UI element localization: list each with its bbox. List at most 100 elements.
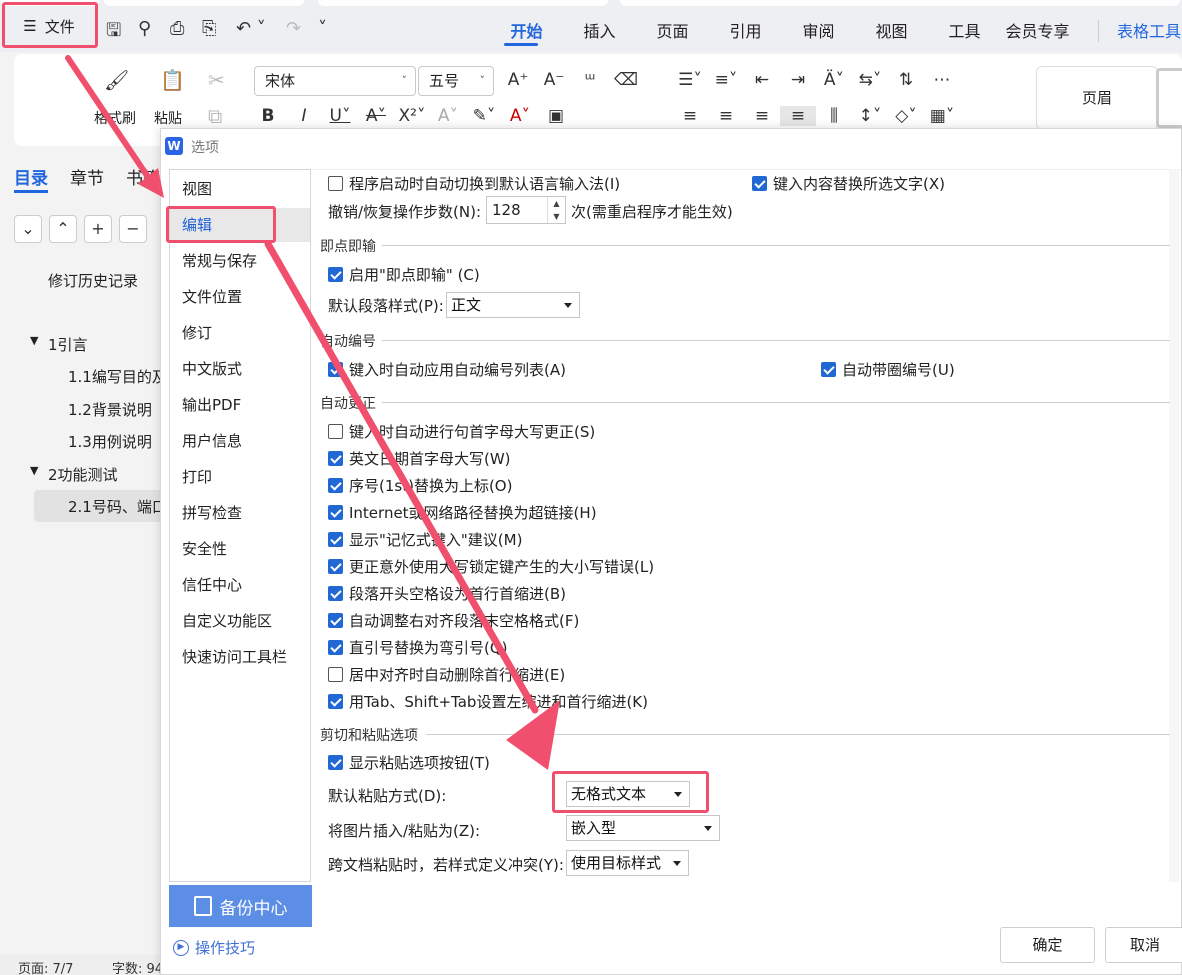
sidebar-item-file-location[interactable]: 文件位置: [170, 280, 310, 314]
tab-member[interactable]: 会员专享: [1001, 18, 1074, 42]
cross-doc-paste-select[interactable]: 使用目标样式: [566, 850, 689, 876]
font-name-select[interactable]: 宋体 ˅: [254, 66, 416, 96]
paste-icon[interactable]: 📋: [160, 68, 185, 92]
autocorrect-checkbox[interactable]: 用Tab、Shift+Tab设置左缩进和首行缩进(K): [328, 691, 648, 712]
expand-down-button[interactable]: ⌄: [14, 215, 42, 243]
bullet-list-icon[interactable]: ☰˅: [672, 70, 708, 90]
doc-tab[interactable]: [104, 0, 304, 6]
share-icon[interactable]: ⚲: [138, 18, 151, 39]
checkbox-box[interactable]: [328, 532, 343, 547]
highlight-color-icon[interactable]: ✎˅: [466, 106, 502, 126]
bold-icon[interactable]: B: [250, 106, 286, 126]
checkbox-box[interactable]: [328, 176, 343, 191]
replace-selection-checkbox[interactable]: 键入内容替换所选文字(X): [752, 173, 945, 194]
shrink-font-icon[interactable]: A⁻: [536, 70, 572, 90]
auto-circle-number-checkbox[interactable]: 自动带圈编号(U): [821, 359, 955, 380]
border-icon[interactable]: ▦˅: [924, 106, 960, 126]
text-direction-icon[interactable]: ⇆˅: [852, 70, 888, 90]
default-style-select[interactable]: 正文: [446, 292, 580, 318]
chinese-layout-icon[interactable]: Ä˅: [816, 70, 852, 90]
paste-label[interactable]: 粘贴: [154, 108, 182, 128]
increase-indent-icon[interactable]: ⇥: [780, 70, 816, 90]
superscript-icon[interactable]: X²˅: [394, 106, 430, 126]
expand-triangle-icon[interactable]: ▼: [30, 334, 38, 347]
align-right-icon[interactable]: ≡: [744, 106, 780, 126]
show-paste-button-checkbox[interactable]: 显示粘贴选项按钮(T): [328, 752, 490, 773]
undo-steps-spinner[interactable]: 128 ▲ ▼: [486, 196, 566, 224]
print-preview-icon[interactable]: ⎘: [202, 18, 216, 39]
sidebar-item-spellcheck[interactable]: 拼写检查: [170, 496, 310, 530]
tab-home[interactable]: 开始: [490, 18, 563, 42]
dialog-title-bar[interactable]: W 选项: [161, 129, 1181, 161]
tab-view[interactable]: 视图: [855, 18, 928, 42]
sort-icon[interactable]: ⇅: [888, 70, 924, 90]
autocorrect-checkbox[interactable]: 居中对齐时自动删除首行缩进(E): [328, 664, 565, 685]
checkbox-box[interactable]: [328, 613, 343, 628]
autocorrect-checkbox[interactable]: 直引号替换为弯引号(Q): [328, 637, 508, 658]
checkbox-box[interactable]: [328, 694, 343, 709]
tab-page[interactable]: 页面: [636, 18, 709, 42]
sidebar-item-user-info[interactable]: 用户信息: [170, 424, 310, 458]
spin-up-icon[interactable]: ▲: [547, 197, 565, 210]
copy-icon[interactable]: ⧉: [208, 104, 222, 128]
expand-triangle-icon[interactable]: ▼: [30, 464, 38, 477]
tips-link[interactable]: ▶ 操作技巧: [173, 937, 255, 958]
doc-tab[interactable]: [318, 0, 608, 6]
doc-tab-active[interactable]: [620, 0, 1180, 6]
align-center-icon[interactable]: ≡: [708, 106, 744, 126]
cut-icon[interactable]: ✂: [208, 68, 225, 92]
distribute-icon[interactable]: ⫼: [816, 106, 852, 126]
image-insert-select[interactable]: 嵌入型: [566, 815, 720, 841]
tab-table-tools[interactable]: 表格工具: [1117, 18, 1181, 42]
font-size-select[interactable]: 五号 ˅: [418, 66, 494, 96]
checkbox-box[interactable]: [328, 667, 343, 682]
sidebar-item-customize-ribbon[interactable]: 自定义功能区: [170, 604, 310, 638]
content-scrollbar[interactable]: [1169, 169, 1179, 882]
redo-icon[interactable]: ↷: [286, 18, 301, 39]
line-spacing-icon[interactable]: ↕˅: [852, 106, 888, 126]
checkbox-box[interactable]: [328, 451, 343, 466]
grow-font-icon[interactable]: A⁺: [500, 70, 536, 90]
align-left-icon[interactable]: ≡: [672, 106, 708, 126]
format-painter-icon[interactable]: 🖌: [104, 68, 129, 92]
add-heading-button[interactable]: +: [84, 215, 112, 243]
toc-item[interactable]: 1.1编写目的及: [68, 366, 167, 387]
nav-tab-sections[interactable]: 章节: [70, 164, 104, 189]
toc-item[interactable]: 2功能测试: [48, 464, 118, 485]
backup-center-button[interactable]: 备份中心: [169, 885, 312, 927]
checkbox-box[interactable]: [752, 176, 767, 191]
footer-button[interactable]: [1156, 68, 1182, 128]
spin-down-icon[interactable]: ▼: [547, 210, 565, 223]
sidebar-item-print[interactable]: 打印: [170, 460, 310, 494]
font-color-icon[interactable]: A˅: [502, 106, 538, 126]
sidebar-item-general-save[interactable]: 常规与保存: [170, 244, 310, 278]
show-marks-icon[interactable]: ⋯: [924, 70, 960, 90]
more-icon[interactable]: ˅: [318, 18, 327, 39]
sidebar-item-trust-center[interactable]: 信任中心: [170, 568, 310, 602]
print-icon[interactable]: ⎙: [170, 18, 184, 39]
autocorrect-checkbox[interactable]: 序号(1st)替换为上标(O): [328, 475, 512, 496]
italic-icon[interactable]: I: [286, 106, 322, 126]
checkbox-box[interactable]: [328, 267, 343, 282]
page-indicator[interactable]: 页面: 7/7: [18, 958, 73, 975]
sidebar-item-security[interactable]: 安全性: [170, 532, 310, 566]
auto-numbered-list-checkbox[interactable]: 键入时自动应用自动编号列表(A): [328, 359, 566, 380]
tab-tools[interactable]: 工具: [928, 18, 1001, 42]
checkbox-box[interactable]: [328, 755, 343, 770]
tab-references[interactable]: 引用: [709, 18, 782, 42]
autocorrect-checkbox[interactable]: 键入时自动进行句首字母大写更正(S): [328, 421, 595, 442]
autocorrect-checkbox[interactable]: 显示"记忆式键入"建议(M): [328, 529, 522, 550]
phonetic-icon[interactable]: ᵚ: [572, 70, 608, 90]
text-effect-icon[interactable]: A˅: [430, 106, 466, 126]
collapse-up-button[interactable]: ⌃: [49, 215, 77, 243]
strikethrough-icon[interactable]: A˅: [358, 106, 394, 126]
remove-heading-button[interactable]: −: [119, 215, 147, 243]
sidebar-item-quick-access[interactable]: 快速访问工具栏: [170, 640, 310, 674]
autocorrect-checkbox[interactable]: 自动调整右对齐段落末空格格式(F): [328, 610, 579, 631]
fill-color-icon[interactable]: ◇˅: [888, 106, 924, 126]
checkbox-box[interactable]: [328, 559, 343, 574]
undo-steps-value[interactable]: 128: [492, 201, 521, 219]
undo-icon[interactable]: ↶ ˅: [236, 18, 266, 39]
sidebar-item-revision[interactable]: 修订: [170, 316, 310, 350]
nav-tab-toc[interactable]: 目录: [14, 164, 48, 189]
